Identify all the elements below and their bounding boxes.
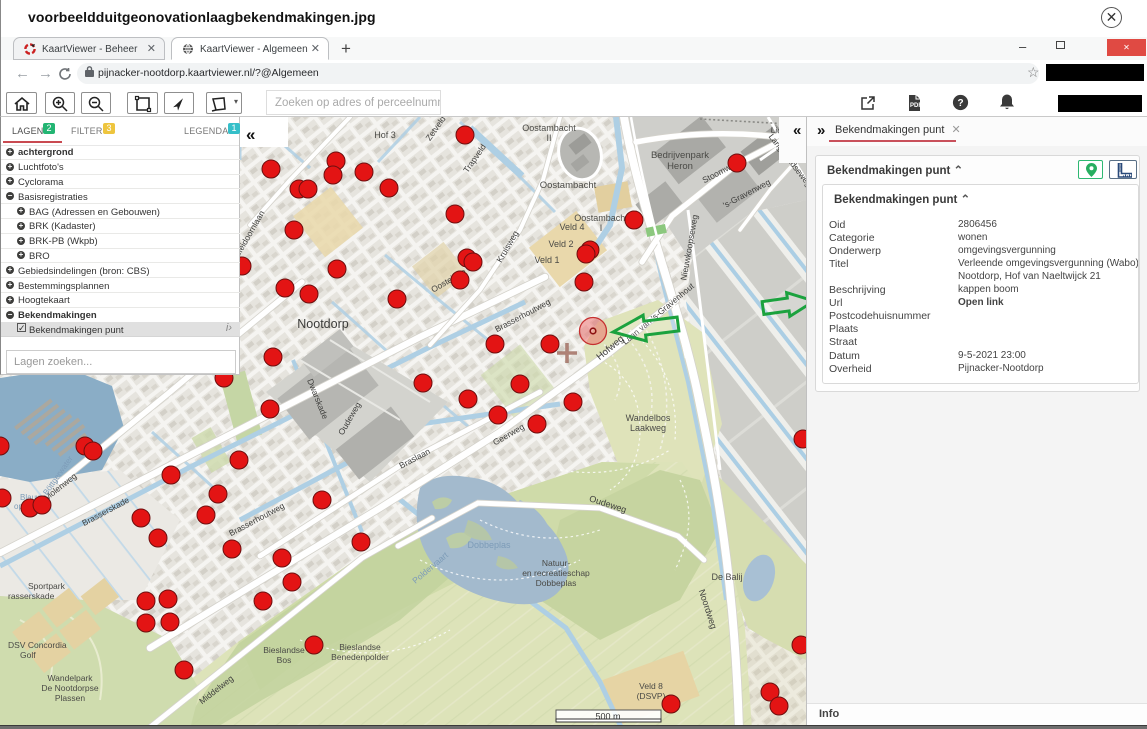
svg-text:Plassen: Plassen [55,693,86,703]
svg-text:Laakweg: Laakweg [630,423,666,433]
svg-text:De Nootdorpse: De Nootdorpse [41,683,98,693]
svg-text:Bos: Bos [277,655,292,665]
svg-text:PDF: PDF [910,103,922,109]
svg-text:?: ? [958,98,964,109]
svg-text:Veld 8: Veld 8 [639,681,663,691]
svg-text:De Balij: De Balij [711,572,742,582]
svg-text:DSV Concordia: DSV Concordia [8,640,67,650]
svg-text:Natuur-: Natuur- [542,558,571,568]
svg-text:Oostambacht: Oostambacht [540,180,597,191]
svg-text:500 m: 500 m [595,712,620,722]
svg-text:Veld 2: Veld 2 [548,239,573,249]
svg-text:II: II [546,133,551,143]
svg-text:Bedrijvenpark: Bedrijvenpark [651,150,709,161]
svg-text:Dobbeplas: Dobbeplas [536,578,577,588]
svg-text:Sportpark: Sportpark [28,581,66,591]
svg-text:Bieslandse: Bieslandse [339,642,381,652]
svg-text:Nootdorp: Nootdorp [297,317,348,331]
svg-text:en recreatieschap: en recreatieschap [522,568,590,578]
svg-text:Hof 3: Hof 3 [374,130,396,140]
svg-text:Heron: Heron [667,161,693,172]
svg-text:Golf: Golf [20,650,36,660]
svg-text:Wandelbos: Wandelbos [626,413,671,423]
svg-text:rasserskade: rasserskade [8,591,55,601]
svg-text:Benedenpolder: Benedenpolder [331,652,389,662]
svg-text:I: I [600,223,603,233]
svg-text:Veld 4: Veld 4 [559,222,584,232]
svg-text:Bieslandse: Bieslandse [263,645,305,655]
svg-text:Dobbeplas: Dobbeplas [467,540,511,550]
svg-text:Wandelpark: Wandelpark [47,673,93,683]
svg-text:Oostambacht: Oostambacht [522,123,576,133]
svg-text:(DSVP): (DSVP) [637,691,666,701]
svg-text:Veld 1: Veld 1 [534,255,559,265]
